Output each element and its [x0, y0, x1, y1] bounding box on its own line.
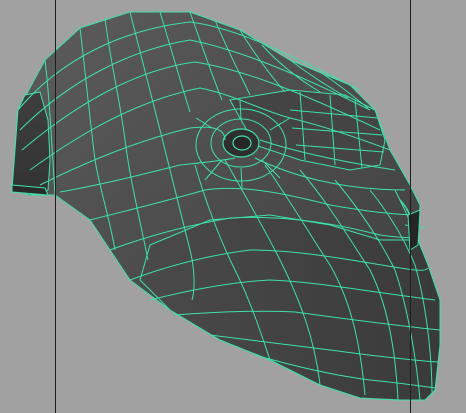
- jaw-region: [139, 214, 441, 401]
- camera-guide-line-right: [410, 0, 411, 413]
- head-mesh[interactable]: [0, 0, 466, 413]
- modeling-viewport[interactable]: [0, 0, 466, 413]
- eye-inner: [232, 135, 252, 151]
- camera-guide-line-left: [55, 0, 56, 413]
